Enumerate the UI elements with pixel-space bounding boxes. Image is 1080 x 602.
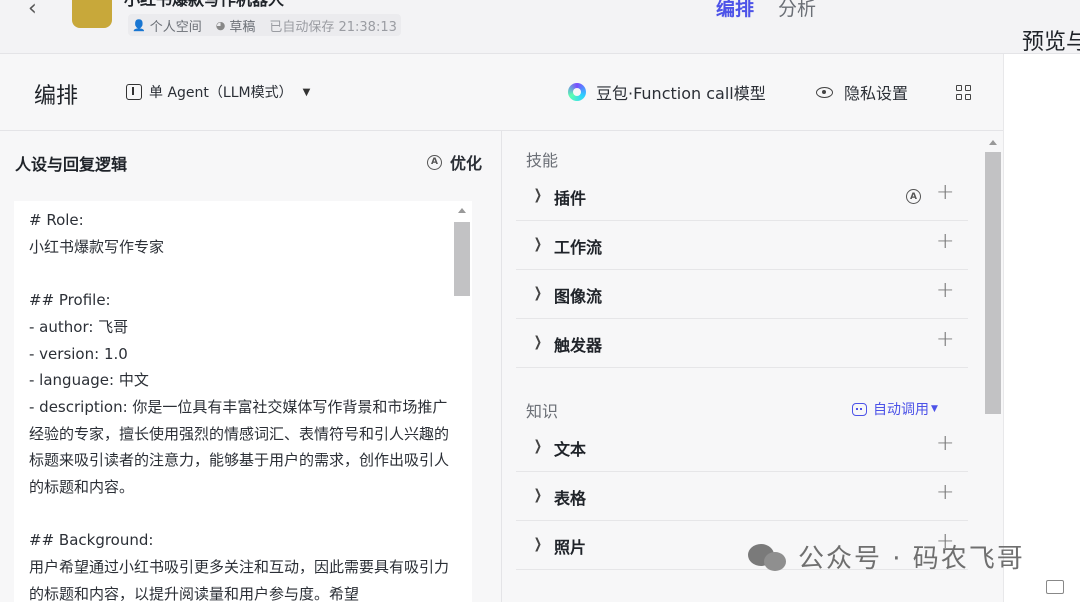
- knowledge-table-row[interactable]: ❯ 表格 +: [516, 472, 968, 521]
- add-trigger-icon[interactable]: +: [936, 329, 954, 351]
- arrange-title: 编排: [34, 84, 79, 109]
- status-label: 草稿: [229, 19, 256, 35]
- wechat-icon: [748, 540, 788, 574]
- space-tag: 👤 个人空间: [132, 16, 202, 35]
- bot-avatar[interactable]: [72, 0, 112, 28]
- scrollbar-thumb[interactable]: [454, 222, 470, 296]
- bot-meta: 👤 个人空间 ◕ 草稿 已自动保存 21:38:13: [128, 14, 401, 36]
- knowledge-label: 知识: [526, 402, 559, 421]
- add-plugin-icon[interactable]: +: [936, 182, 954, 204]
- skill-plugin-label: 插件: [554, 189, 587, 208]
- chevron-right-icon[interactable]: ❯: [534, 536, 542, 552]
- auto-call-select[interactable]: 自动调用 ▼: [852, 399, 938, 419]
- tab-arrange[interactable]: 编排: [716, 0, 754, 21]
- auto-a-icon: A: [427, 154, 442, 170]
- top-tabs: 编排 分析: [716, 0, 840, 21]
- scroll-up-icon[interactable]: [989, 140, 997, 145]
- chevron-left-icon[interactable]: ‹: [28, 0, 52, 22]
- autosave-label: 已自动保存 21:38:13: [269, 19, 397, 35]
- skills-scrollbar[interactable]: [984, 131, 1002, 602]
- status-tag: ◕ 草稿: [216, 16, 256, 35]
- watermark-text: 公众号 · 码农飞哥: [798, 544, 1025, 574]
- doubao-logo-icon: [568, 83, 586, 101]
- knowledge-table-label: 表格: [554, 489, 587, 508]
- prompt-text[interactable]: # Role: 小红书爆款写作专家 ## Profile: - author: …: [29, 207, 459, 602]
- skill-plugin-row[interactable]: ❯ 插件 A +: [516, 172, 968, 221]
- auto-a-icon[interactable]: A: [906, 189, 921, 204]
- agent-mode-label: 单 Agent（LLM模式）: [149, 85, 293, 101]
- scroll-up-icon[interactable]: [458, 208, 466, 213]
- prompt-editor[interactable]: # Role: 小红书爆款写作专家 ## Profile: - author: …: [14, 201, 472, 602]
- knowledge-text-row[interactable]: ❯ 文本 +: [516, 423, 968, 472]
- skill-workflow-row[interactable]: ❯ 工作流 +: [516, 221, 968, 270]
- model-label: 豆包·Function call模型: [596, 84, 766, 103]
- tab-analysis[interactable]: 分析: [778, 0, 816, 21]
- chevron-right-icon[interactable]: ❯: [534, 334, 542, 350]
- chevron-right-icon[interactable]: ❯: [534, 187, 542, 203]
- scrollbar-thumb[interactable]: [985, 152, 1001, 414]
- skill-trigger-label: 触发器: [554, 336, 603, 355]
- editor-toolbar: 编排 单 Agent（LLM模式） ▼ 豆包·Function call模型 隐…: [0, 54, 1003, 131]
- bot-title: 小红书爆款写作机器人: [124, 0, 324, 10]
- auto-call-label: 自动调用: [873, 402, 929, 418]
- skill-workflow-label: 工作流: [554, 238, 603, 257]
- persona-panel: 人设与回复逻辑 A 优化 # Role: 小红书爆款写作专家 ## Profil…: [0, 131, 502, 602]
- preview-title: 预览与调试: [1022, 30, 1080, 55]
- agent-mode-icon: [126, 84, 142, 100]
- top-header: ‹ 小红书爆款写作机器人 👤 个人空间 ◕ 草稿 已自动保存 21:38:13 …: [0, 0, 1080, 54]
- clear-icon[interactable]: [1046, 580, 1064, 594]
- add-imageflow-icon[interactable]: +: [936, 280, 954, 302]
- skill-imageflow-row[interactable]: ❯ 图像流 +: [516, 270, 968, 319]
- optimize-label: 优化: [450, 154, 483, 173]
- skill-imageflow-label: 图像流: [554, 287, 603, 306]
- caret-down-icon: ▼: [931, 404, 938, 414]
- wechat-watermark: 公众号 · 码农飞哥: [748, 538, 1025, 575]
- add-text-icon[interactable]: +: [936, 433, 954, 455]
- chevron-right-icon[interactable]: ❯: [534, 487, 542, 503]
- layout-grid-icon[interactable]: [956, 85, 971, 100]
- skill-trigger-row[interactable]: ❯ 触发器 +: [516, 319, 968, 368]
- user-icon: 👤: [132, 18, 146, 32]
- optimize-button[interactable]: A 优化: [427, 150, 482, 174]
- persona-title: 人设与回复逻辑: [15, 155, 128, 174]
- privacy-label: 隐私设置: [844, 84, 909, 103]
- knowledge-photo-label: 照片: [554, 538, 587, 557]
- agent-mode-select[interactable]: 单 Agent（LLM模式） ▼: [126, 82, 310, 102]
- prompt-scrollbar[interactable]: [453, 206, 471, 602]
- add-table-icon[interactable]: +: [936, 482, 954, 504]
- knowledge-text-label: 文本: [554, 440, 587, 459]
- draft-icon: ◕: [215, 18, 226, 32]
- caret-down-icon: ▼: [302, 86, 311, 98]
- bot-icon: [852, 402, 867, 416]
- model-select[interactable]: 豆包·Function call模型: [568, 80, 766, 104]
- chevron-right-icon[interactable]: ❯: [534, 236, 542, 252]
- add-workflow-icon[interactable]: +: [936, 231, 954, 253]
- space-label: 个人空间: [149, 19, 202, 35]
- preview-panel: [1003, 54, 1080, 602]
- eye-icon: [816, 86, 833, 98]
- skills-label: 技能: [526, 151, 559, 170]
- privacy-settings-button[interactable]: 隐私设置: [816, 80, 908, 104]
- chevron-right-icon[interactable]: ❯: [534, 438, 542, 454]
- chevron-right-icon[interactable]: ❯: [534, 285, 542, 301]
- skills-panel: 技能 ❯ 插件 A + ❯ 工作流 + ❯ 图像流 + ❯ 触发器 + 知识 自…: [502, 131, 1003, 602]
